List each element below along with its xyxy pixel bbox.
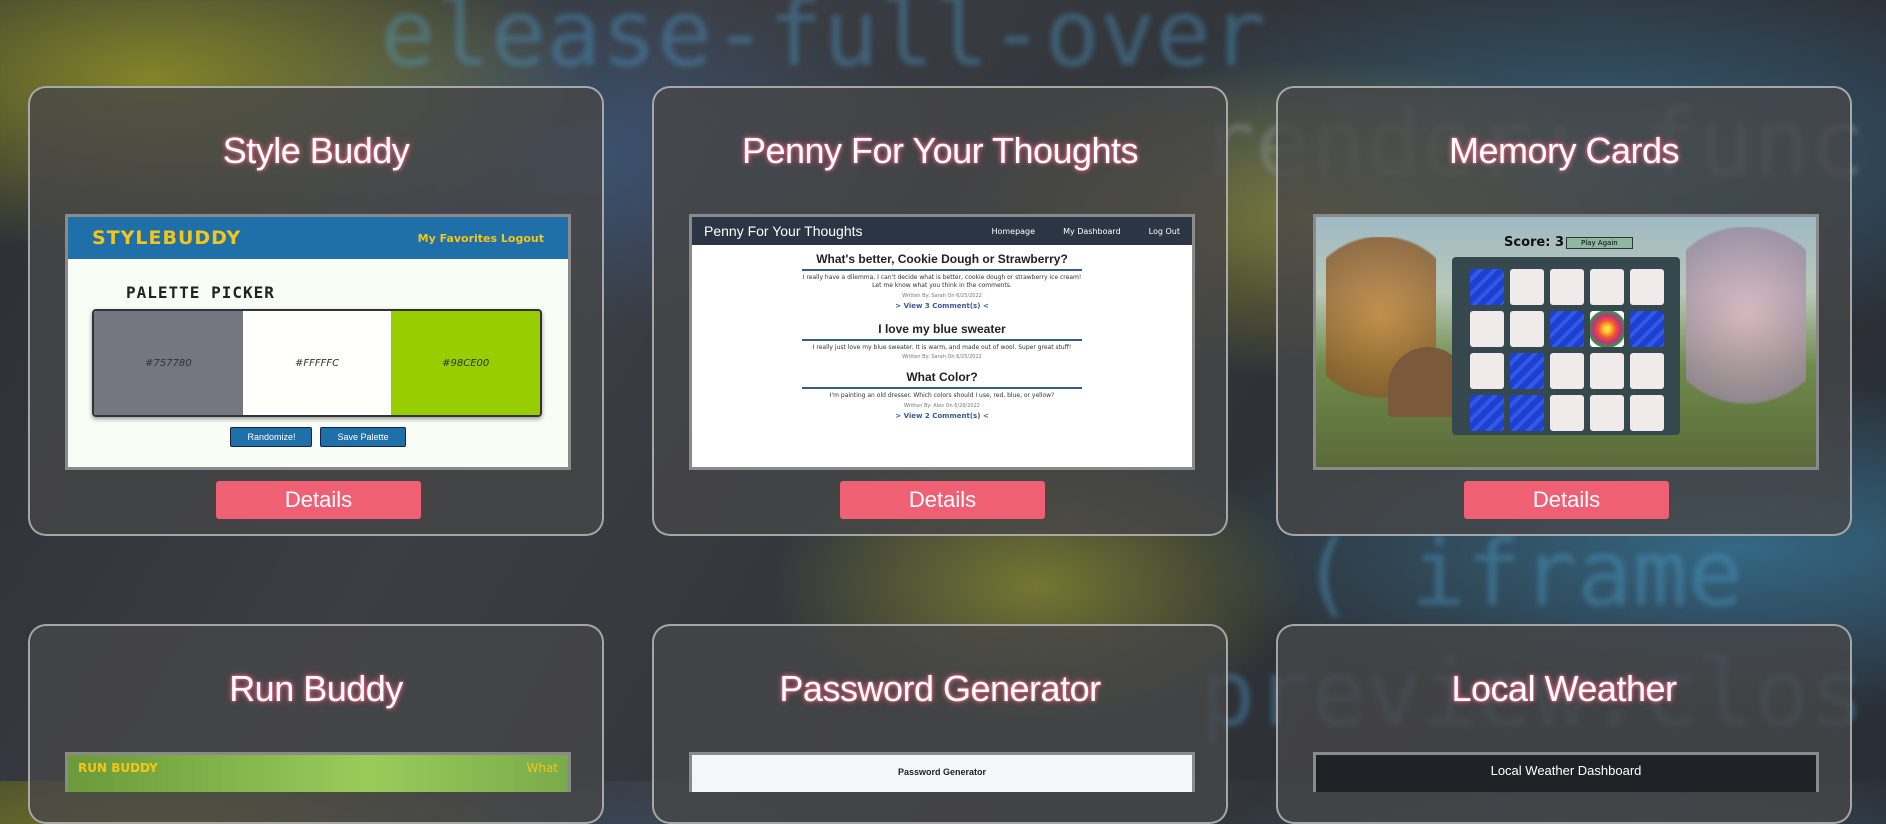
memory-game-preview: Score: 3 Play Again: [1316, 217, 1816, 467]
card-title: Local Weather: [1451, 668, 1677, 709]
project-card-local-weather: Local Weather Local Weather Dashboard: [1276, 624, 1852, 824]
memory-card: [1630, 353, 1664, 389]
project-screenshot: Penny For Your Thoughts Homepage My Dash…: [689, 214, 1195, 470]
preview-nav: My Favorites Logout: [417, 231, 544, 245]
nav-item: My Dashboard: [1063, 226, 1121, 236]
preview-nav: Homepage My Dashboard Log Out: [991, 227, 1180, 236]
project-screenshot: RUN BUDDY What: [65, 752, 571, 792]
project-card-password-generator: Password Generator Password Generator: [652, 624, 1228, 824]
swatch: #FFFFFC: [242, 311, 392, 415]
background-code-text: ( iframe: [1300, 520, 1744, 627]
post-title: I love my blue sweater: [802, 322, 1082, 341]
post-comments-link: > View 2 Comment(s) <: [895, 412, 989, 421]
details-button[interactable]: Details: [216, 481, 421, 519]
project-card-penny: Penny For Your Thoughts Penny For Your T…: [652, 86, 1228, 536]
preview-header: RUN BUDDY What: [68, 755, 568, 792]
memory-card: [1630, 311, 1664, 347]
preview-body: PALETTE PICKER #757780 #FFFFFC #98CE00 R…: [68, 259, 568, 467]
memory-card: [1590, 353, 1624, 389]
memory-card: [1630, 269, 1664, 305]
memory-board: [1452, 257, 1680, 435]
memory-card: [1470, 269, 1504, 305]
memory-card: [1550, 353, 1584, 389]
memory-card: [1590, 269, 1624, 305]
post-title: What Color?: [802, 370, 1082, 390]
project-screenshot: STYLEBUDDY My Favorites Logout PALETTE P…: [65, 214, 571, 470]
post-body: I really have a dilemma. I can't decide …: [802, 274, 1082, 289]
preview-nav: What: [526, 761, 558, 775]
memory-card: [1590, 395, 1624, 431]
preview-heading: Local Weather Dashboard: [1316, 755, 1816, 792]
card-title: Run Buddy: [229, 668, 403, 709]
score-value: 3: [1554, 235, 1565, 250]
preview-heading: Password Generator: [692, 755, 1192, 792]
swatch: #757780: [94, 311, 243, 415]
preview-site-title: Penny For Your Thoughts: [704, 223, 863, 239]
memory-card: [1510, 269, 1544, 305]
nav-item: Log Out: [1148, 226, 1180, 236]
project-screenshot: Local Weather Dashboard: [1313, 752, 1819, 792]
post-title: What's better, Cookie Dough or Strawberr…: [802, 252, 1082, 271]
post-body: I really just love my blue sweater. It i…: [812, 343, 1072, 351]
preview-heading: PALETTE PICKER: [126, 283, 275, 302]
card-title: Style Buddy: [222, 130, 410, 171]
project-screenshot: Score: 3 Play Again: [1313, 214, 1819, 470]
memory-card: [1470, 353, 1504, 389]
memory-card: [1550, 311, 1584, 347]
preview-post: I love my blue sweater I really just lov…: [802, 322, 1082, 361]
preview-post: What Color? I'm painting an old dresser.…: [802, 370, 1082, 420]
memory-card: [1550, 395, 1584, 431]
preview-buttons: Randomize! Save Palette: [68, 427, 568, 447]
preview-header: Penny For Your Thoughts Homepage My Dash…: [692, 217, 1192, 245]
nav-item: Homepage: [991, 226, 1036, 236]
painting-tree: [1686, 227, 1806, 447]
post-byline: Written By: Alex On 6/26/2022: [904, 403, 980, 410]
project-card-style-buddy: Style Buddy STYLEBUDDY My Favorites Logo…: [28, 86, 604, 536]
memory-card: [1510, 311, 1544, 347]
project-card-run-buddy: Run Buddy RUN BUDDY What: [28, 624, 604, 824]
score-label: Score:: [1504, 235, 1551, 250]
project-screenshot: Password Generator: [689, 752, 1195, 792]
save-palette-button: Save Palette: [320, 427, 406, 447]
card-title: Penny For Your Thoughts: [741, 130, 1139, 171]
card-title: Memory Cards: [1448, 130, 1680, 171]
preview-post: What's better, Cookie Dough or Strawberr…: [802, 252, 1082, 310]
card-title: Password Generator: [779, 668, 1101, 709]
play-again-button: Play Again: [1566, 237, 1633, 249]
memory-card: [1630, 395, 1664, 431]
swatch: #98CE00: [391, 311, 540, 415]
preview-header: STYLEBUDDY My Favorites Logout: [68, 217, 568, 259]
memory-card: [1550, 269, 1584, 305]
post-byline: Written By: Sarah On 6/25/2022: [902, 354, 982, 361]
preview-logo: RUN BUDDY: [78, 761, 158, 775]
memory-card: [1590, 311, 1624, 347]
background-code-text: elease-full-over: [380, 0, 1267, 87]
post-byline: Written By: Sarah On 6/25/2022: [902, 292, 982, 299]
project-card-memory-cards: Memory Cards Score: 3 Play Again Details: [1276, 86, 1852, 536]
memory-card: [1510, 353, 1544, 389]
preview-logo: STYLEBUDDY: [92, 227, 242, 249]
details-button[interactable]: Details: [1464, 481, 1669, 519]
memory-card: [1470, 311, 1504, 347]
score-display: Score: 3: [1504, 235, 1564, 250]
memory-card: [1470, 395, 1504, 431]
post-body: I'm painting an old dresser. Which color…: [829, 392, 1055, 400]
post-comments-link: > View 3 Comment(s) <: [895, 301, 989, 310]
palette-swatches: #757780 #FFFFFC #98CE00: [92, 309, 542, 417]
randomize-button: Randomize!: [230, 427, 313, 447]
memory-card: [1510, 395, 1544, 431]
details-button[interactable]: Details: [840, 481, 1045, 519]
